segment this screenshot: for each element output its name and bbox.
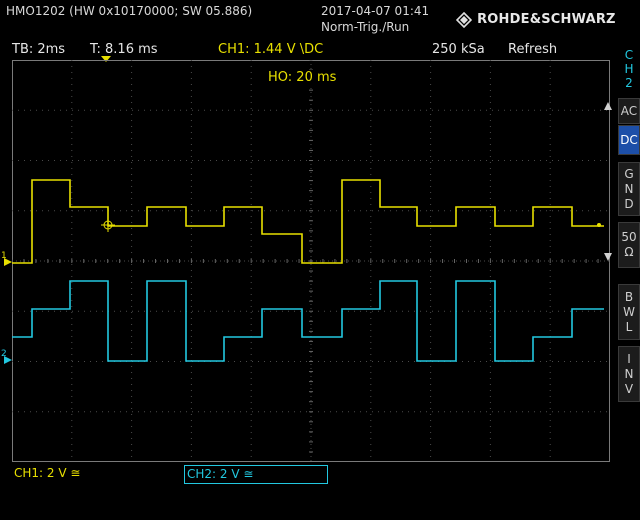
bwl-char: L [625,319,633,334]
waveform-canvas [12,60,610,462]
bwl-char: B [624,289,634,304]
ohm-symbol: Ω [624,245,634,259]
waveform-display[interactable]: HO: 20 ms [12,60,610,462]
trigger-level-up-marker [604,102,612,110]
trigger-mode: Norm-Trig./Run [321,20,410,34]
ch2-ground-arrow [4,356,12,364]
sample-rate: 250 kSa [432,42,485,57]
holdoff-label: HO: 20 ms [268,70,337,85]
inv-char: N [624,366,634,381]
gnd-char: N [624,181,634,196]
side-menu-channel: C H 2 [619,48,639,90]
side-menu-channel-char: 2 [625,76,633,90]
acquisition-mode[interactable]: Refresh [508,42,557,57]
brand-logo: ROHDE&SCHWARZ [456,9,616,28]
bwl-char: W [623,304,635,319]
gnd-char: D [624,196,634,211]
coupling-dc-button[interactable]: DC [618,125,640,155]
coupling-ac-button[interactable]: AC [618,98,640,124]
ch1-level-dot [597,223,601,227]
ch2-waveform [12,280,604,362]
ch1-waveform [12,179,604,264]
gnd-char: G [624,166,634,181]
coupling-gnd-button[interactable]: G N D [618,162,640,216]
coupling-ac-label: AC [620,103,638,118]
side-menu-channel-char: C [624,48,634,62]
trigger-time[interactable]: T: 8.16 ms [90,42,158,57]
inv-char: I [627,351,631,366]
termination-50ohm-button[interactable]: 50 Ω [618,222,640,268]
trigger-level-down-marker [604,253,612,261]
rs-logo-icon [456,11,472,28]
ch1-trigger-level[interactable]: CH1: 1.44 V \DC [218,42,323,57]
ch2-scale-indicator[interactable]: CH2: 2 V ≅ [184,465,328,484]
ch1-ground-arrow [4,258,12,266]
ch1-scale-indicator[interactable]: CH1: 2 V ≅ [14,465,80,482]
coupling-dc-label: DC [620,132,638,147]
timebase[interactable]: TB: 2ms [12,42,65,57]
datetime: 2017-04-07 01:41 [321,4,430,18]
side-menu-channel-char: H [624,62,634,76]
bandwidth-limit-button[interactable]: B W L [618,284,640,340]
instrument-info: HMO1202 (HW 0x10170000; SW 05.886) [6,4,253,18]
brand-name: ROHDE&SCHWARZ [477,12,616,27]
ohm-value: 50 [621,230,637,244]
inv-char: V [624,381,634,396]
invert-button[interactable]: I N V [618,346,640,402]
